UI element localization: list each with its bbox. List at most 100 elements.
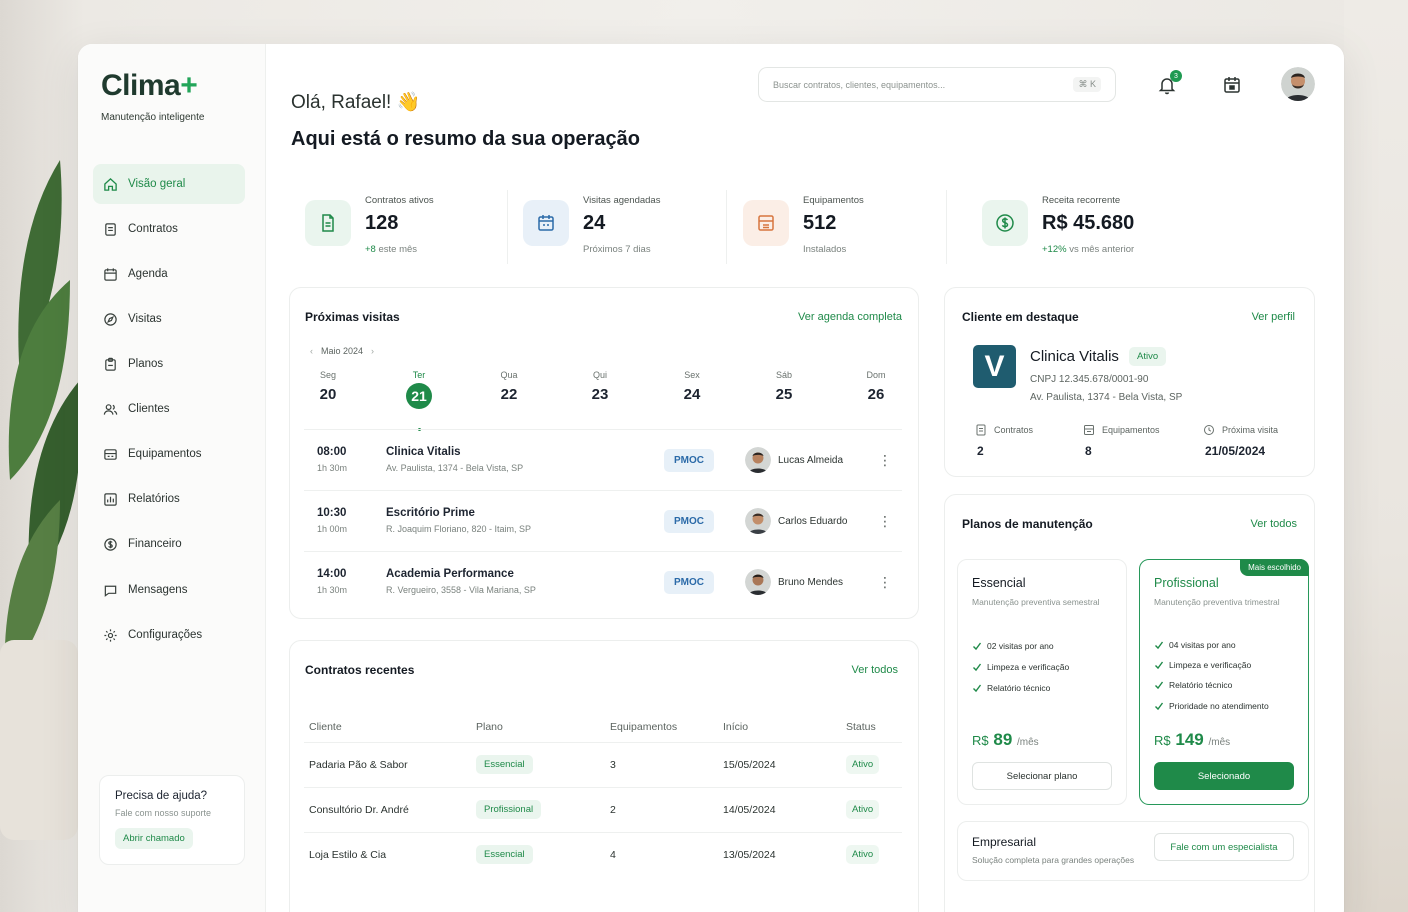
help-title: Precisa de ajuda? [115,790,208,802]
brand-logo[interactable]: Clima+ [101,69,198,103]
compass-icon [104,312,117,326]
column-header-equipamentos[interactable]: Equipamentos [610,721,677,733]
view-profile-link[interactable]: Ver perfil [1252,311,1295,323]
recent-contracts-card: Contratos recentes Ver todos Cliente Pla… [289,640,919,912]
document-icon [105,222,116,236]
check-icon [1155,681,1164,690]
select-plan-button[interactable]: Selecionar plano [972,762,1112,790]
sidebar-item-clientes[interactable]: Clientes [93,389,245,429]
day-sab[interactable]: Sáb 25 [764,370,804,403]
pmoc-tag: PMOC [664,510,714,533]
search-input[interactable] [773,79,1053,90]
maintenance-plans-card: Planos de manutenção Ver todos Essencial… [944,494,1315,912]
check-icon [973,642,982,651]
help-card: Precisa de ajuda? Fale com nosso suporte… [99,775,245,865]
stat-active-contracts: Contratos ativos 128 +8 este mês [305,184,505,266]
stat-scheduled-visits: Visitas agendadas 24 Próximos 7 dias [523,184,723,266]
table-row[interactable]: Padaria Pão & Sabor Essencial 3 15/05/20… [304,742,902,787]
sidebar-item-mensagens[interactable]: Mensagens [93,570,245,610]
technician-avatar [745,447,771,473]
stat-equipment: Equipamentos 512 Instalados [743,184,943,266]
sidebar-item-agenda[interactable]: Agenda [93,254,245,294]
sidebar-item-visao-geral[interactable]: Visão geral [93,164,245,204]
sidebar-item-relatorios[interactable]: Relatórios [93,479,245,519]
sidebar-item-configuracoes[interactable]: Configurações [93,615,245,655]
day-qua[interactable]: Qua 22 [489,370,529,403]
equipment-icon [104,448,117,460]
document-icon [976,424,986,436]
plan-card-profissional[interactable]: Mais escolhido Profissional Manutenção p… [1139,559,1309,805]
table-row[interactable]: Consultório Dr. André Profissional 2 14/… [304,787,902,832]
help-subtitle: Fale com nosso suporte [115,808,212,818]
document-icon [322,214,334,232]
search-shortcut: ⌘ K [1073,77,1101,92]
more-options-icon[interactable]: ⋮ [878,452,892,468]
day-qui[interactable]: Qui 23 [580,370,620,403]
check-icon [973,684,982,693]
next-visits-title: Próximas visitas [305,310,400,324]
column-header-plano[interactable]: Plano [476,721,503,733]
day-sex[interactable]: Sex 24 [672,370,712,403]
sidebar-item-contratos[interactable]: Contratos [93,209,245,249]
plan-badge: Essencial [476,845,533,864]
message-icon [104,585,117,597]
dollar-icon [104,537,117,551]
plan-card-essencial[interactable]: Essencial Manutenção preventiva semestra… [957,559,1127,805]
featured-client-title: Cliente em destaque [962,310,1079,324]
week-strip: Seg 20 Ter 21 Qua 22 Qui 23 Sex 24 Sáb 25 Dom 2… [304,370,904,416]
search-bar[interactable]: ⌘ K [758,67,1116,102]
technician-avatar [745,508,771,534]
status-badge: Ativo [846,755,880,774]
dollar-icon [996,214,1014,232]
clock-icon [1204,425,1214,435]
selected-plan-button[interactable]: Selecionado [1154,762,1294,790]
page-title: Aqui está o resumo da sua operação [291,128,640,150]
check-icon [1155,641,1164,650]
plan-badge: Profissional [476,800,542,819]
check-icon [973,663,982,672]
most-chosen-badge: Mais escolhido [1240,559,1309,576]
more-options-icon[interactable]: ⋮ [878,574,892,590]
open-ticket-button[interactable]: Abrir chamado [115,828,193,849]
all-plans-link[interactable]: Ver todos [1251,518,1297,530]
visit-row[interactable]: 10:30 1h 00m Escritório Prime R. Joaquim… [304,490,902,550]
column-header-inicio[interactable]: Início [723,721,748,733]
all-contracts-link[interactable]: Ver todos [852,664,898,676]
client-logo: V [973,345,1016,388]
user-avatar[interactable] [1281,67,1315,101]
column-header-status[interactable]: Status [846,721,876,733]
sidebar-item-financeiro[interactable]: Financeiro [93,524,245,564]
stat-recurring-revenue: Receita recorrente R$ 45.680 +12% vs mês… [982,184,1202,266]
gear-icon [104,628,117,642]
column-header-cliente[interactable]: Cliente [309,721,342,733]
sidebar-item-visitas[interactable]: Visitas [93,299,245,339]
plan-card-empresarial[interactable]: Empresarial Solução completa para grande… [957,821,1309,881]
report-icon [104,492,117,506]
day-dom[interactable]: Dom 26 [856,370,896,403]
day-ter[interactable]: Ter 21 [399,370,439,409]
full-agenda-link[interactable]: Ver agenda completa [798,311,902,323]
month-selector[interactable]: ‹ Maio 2024 › [310,346,374,356]
sidebar-item-planos[interactable]: Planos [93,344,245,384]
sidebar-nav: Visão geral Contratos Agenda Visitas Pla… [93,164,245,660]
table-row[interactable]: Loja Estilo & Cia Essencial 4 13/05/2024… [304,832,902,877]
visit-row[interactable]: 08:00 1h 30m Clinica Vitalis Av. Paulist… [304,429,902,489]
visit-row[interactable]: 14:00 1h 30m Academia Performance R. Ver… [304,551,902,611]
home-icon [104,177,117,191]
more-options-icon[interactable]: ⋮ [878,513,892,529]
technician-avatar [745,569,771,595]
day-seg[interactable]: Seg 20 [308,370,348,403]
contact-specialist-button[interactable]: Fale com um especialista [1154,833,1294,861]
sidebar-item-equipamentos[interactable]: Equipamentos [93,434,245,474]
plan-badge: Essencial [476,755,533,774]
client-address: Av. Paulista, 1374 - Bela Vista, SP [1030,392,1183,403]
equipment-icon [758,215,774,231]
chevron-left-icon[interactable]: ‹ [310,346,313,356]
calendar-icon[interactable] [1221,74,1243,96]
status-badge: Ativo [1129,347,1167,366]
plan-price: R$ 149 /mês [1154,730,1231,749]
chevron-right-icon[interactable]: › [371,346,374,356]
plant-decoration [0,160,82,840]
equipment-icon [1084,425,1094,435]
client-equipment-stat: Equipamentos 8 [1084,425,1160,458]
